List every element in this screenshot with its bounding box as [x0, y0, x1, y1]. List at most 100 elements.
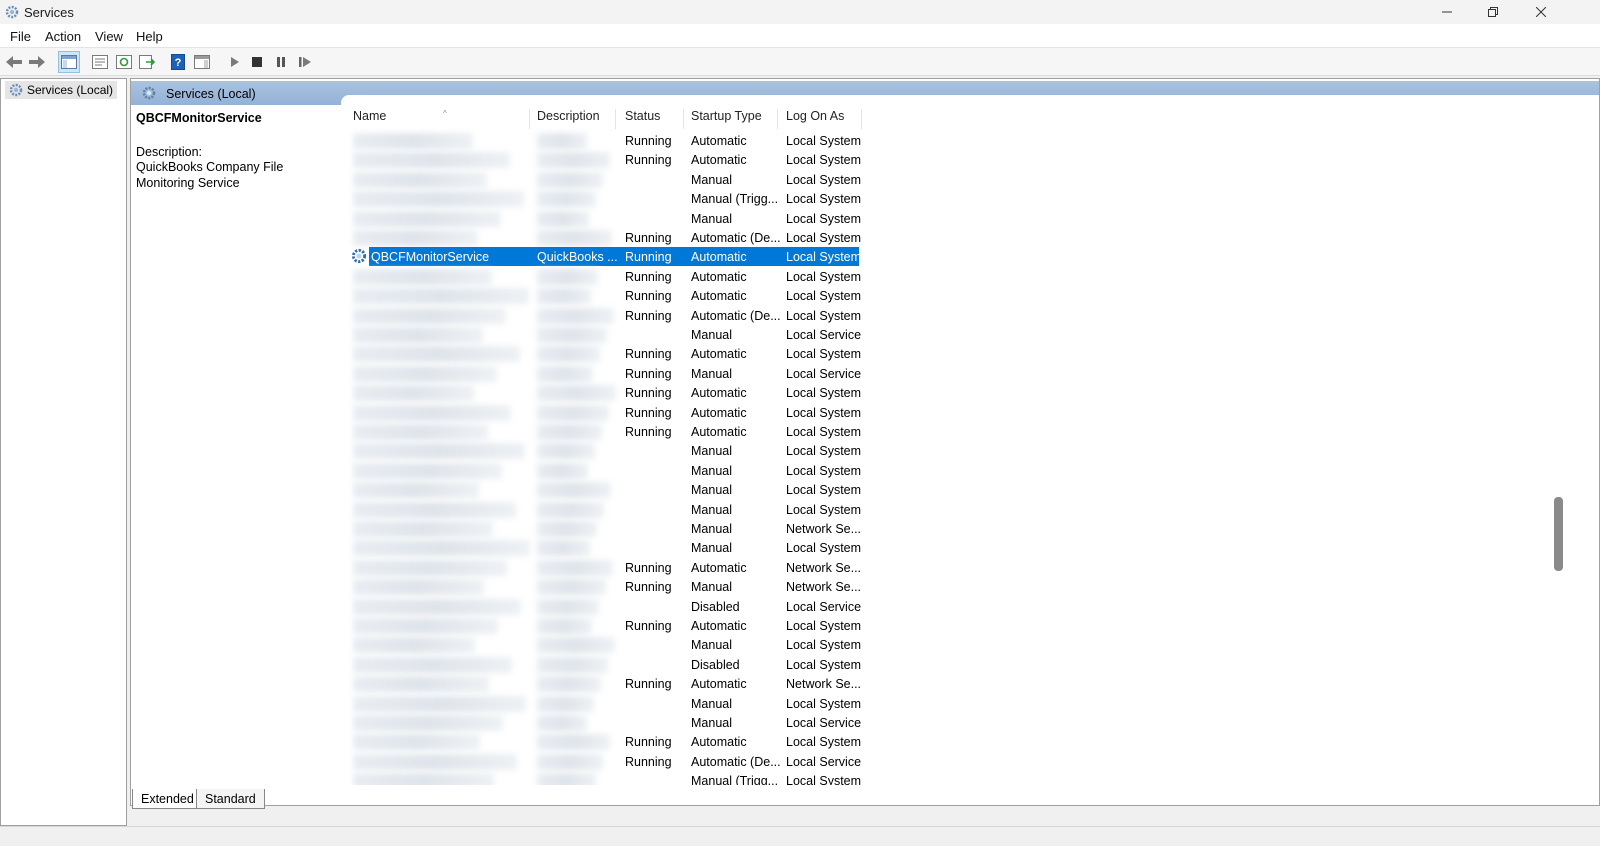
minimize-button[interactable]: [1424, 0, 1470, 24]
table-row[interactable]: Running Automatic Network Se...: [349, 558, 869, 577]
table-row[interactable]: Running Automatic Local System: [349, 131, 869, 150]
menu-action[interactable]: Action: [45, 29, 81, 44]
menu-help[interactable]: Help: [136, 29, 163, 44]
redacted-description: [537, 365, 593, 382]
table-row[interactable]: Running Manual Local Service: [349, 364, 869, 383]
services-gear-icon: [9, 83, 23, 97]
resume-service-icon: [299, 57, 311, 67]
service-startup-type-cell: Automatic: [691, 250, 747, 265]
column-separator[interactable]: [683, 109, 684, 129]
column-separator[interactable]: [777, 109, 778, 129]
service-startup-type-cell: Automatic: [691, 289, 747, 304]
service-startup-type-cell: Automatic: [691, 619, 747, 633]
redacted-name: [353, 171, 487, 188]
start-service-button[interactable]: [224, 51, 246, 73]
table-row[interactable]: Manual Local System: [349, 461, 869, 480]
start-service-icon: [231, 57, 239, 67]
table-row[interactable]: Disabled Local System: [349, 655, 869, 674]
toolbar: ?: [0, 48, 1600, 76]
table-row[interactable]: Manual Local System: [349, 170, 869, 189]
refresh-button[interactable]: [113, 51, 135, 73]
table-row[interactable]: Running Automatic (De... Local Service: [349, 752, 869, 771]
redacted-name: [353, 540, 530, 557]
table-row[interactable]: Manual Local System: [349, 694, 869, 713]
show-hide-console-tree-button[interactable]: [58, 51, 80, 73]
restore-button[interactable]: [1470, 0, 1516, 24]
table-row[interactable]: Running Automatic Local System: [349, 383, 869, 402]
menu-file[interactable]: File: [10, 29, 31, 44]
redacted-description: [537, 521, 597, 537]
table-row[interactable]: Manual Local System: [349, 209, 869, 228]
table-row[interactable]: Manual Local System: [349, 500, 869, 519]
service-log-on-as-cell: Network Se...: [786, 560, 862, 575]
forward-button[interactable]: [26, 51, 48, 73]
redacted-description: [537, 734, 610, 751]
resume-service-button[interactable]: [294, 51, 316, 73]
close-button[interactable]: [1518, 0, 1564, 24]
column-header-description[interactable]: Description: [537, 109, 600, 129]
menu-view[interactable]: View: [95, 29, 123, 44]
redacted-description: [537, 559, 613, 576]
service-startup-type-cell: Automatic: [691, 405, 747, 420]
column-separator[interactable]: [615, 109, 616, 129]
vertical-scrollbar[interactable]: [1549, 105, 1569, 795]
stop-service-button[interactable]: [246, 51, 268, 73]
back-button[interactable]: [3, 51, 25, 73]
table-row[interactable]: Manual Local System: [349, 480, 869, 499]
table-row[interactable]: Manual Local System: [349, 538, 869, 557]
table-row[interactable]: Running Automatic (De... Local System: [349, 228, 869, 247]
table-row[interactable]: Running Automatic Local System: [349, 286, 869, 305]
table-row[interactable]: Running Automatic Local System: [349, 267, 869, 286]
table-row[interactable]: Running Automatic Network Se...: [349, 674, 869, 693]
export-list-button[interactable]: [136, 51, 158, 73]
service-startup-type-cell: Automatic: [691, 677, 747, 692]
column-separator[interactable]: [861, 109, 862, 129]
table-row[interactable]: Manual Local Service: [349, 713, 869, 732]
redacted-name: [353, 210, 501, 227]
tab-extended[interactable]: Extended: [132, 789, 203, 809]
table-row[interactable]: Manual Local System: [349, 441, 869, 460]
table-row[interactable]: Running Automatic Local System: [349, 616, 869, 635]
table-row[interactable]: Manual Local Service: [349, 325, 869, 344]
redacted-name: [353, 676, 489, 693]
redacted-name: [353, 152, 510, 169]
column-header-log-on-as[interactable]: Log On As: [786, 109, 844, 129]
table-row[interactable]: Manual Local System: [349, 635, 869, 654]
help-button[interactable]: ?: [167, 51, 189, 73]
table-row[interactable]: Running Automatic Local System: [349, 344, 869, 363]
service-startup-type-cell: Automatic (De...: [691, 231, 781, 245]
tree-item-services-local[interactable]: Services (Local): [5, 81, 118, 99]
table-row[interactable]: Running Automatic Local System: [349, 150, 869, 169]
redacted-description: [537, 133, 587, 149]
table-row[interactable]: Running Automatic Local System: [349, 732, 869, 751]
table-row[interactable]: Manual (Trigg... Local System: [349, 771, 869, 785]
stop-service-icon: [252, 57, 262, 67]
table-row[interactable]: Manual Network Se...: [349, 519, 869, 538]
show-hide-action-pane-button[interactable]: [191, 51, 213, 73]
service-status-cell: Running: [625, 560, 672, 575]
column-header-status[interactable]: Status: [625, 109, 660, 129]
column-header-startup-type[interactable]: Startup Type: [691, 109, 762, 129]
table-row[interactable]: QBCFMonitorService QuickBooks ... Running A…: [349, 247, 869, 267]
service-status-cell: Running: [625, 134, 672, 148]
table-row[interactable]: Running Automatic (De... Local System: [349, 306, 869, 325]
services-list[interactable]: Name ^ Description Status Startup Type Lo…: [349, 105, 1579, 785]
service-startup-type-cell: Automatic: [691, 735, 747, 750]
pause-service-button[interactable]: [270, 51, 292, 73]
redacted-description: [537, 191, 596, 208]
table-row[interactable]: Running Automatic Local System: [349, 403, 869, 422]
table-row[interactable]: Running Automatic Local System: [349, 422, 869, 441]
scrollbar-thumb[interactable]: [1554, 497, 1563, 571]
service-log-on-as-cell: Local Service: [786, 328, 862, 342]
redacted-name: [353, 618, 498, 634]
service-startup-type-cell: Automatic: [691, 153, 747, 168]
table-row[interactable]: Disabled Local Service: [349, 597, 869, 616]
table-row[interactable]: Manual (Trigg... Local System: [349, 189, 869, 208]
service-status-cell: Running: [625, 386, 672, 401]
column-header-name[interactable]: Name ^: [353, 109, 447, 129]
column-separator[interactable]: [529, 109, 530, 129]
properties-button[interactable]: [89, 51, 111, 73]
tab-standard[interactable]: Standard: [196, 789, 265, 809]
service-startup-type-cell: Automatic: [691, 386, 747, 401]
table-row[interactable]: Running Manual Network Se...: [349, 577, 869, 596]
